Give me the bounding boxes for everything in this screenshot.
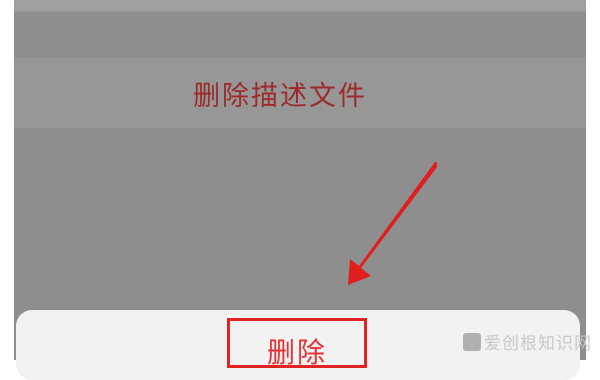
- watermark-text: 爱创根知识网: [484, 329, 592, 354]
- watermark: 爱创根知识网: [463, 329, 592, 354]
- watermark-logo-icon: [463, 333, 481, 351]
- delete-profile-option[interactable]: 删除描述文件: [14, 58, 586, 128]
- divider: [14, 10, 586, 12]
- dimmed-screen: 删除描述文件: [14, 0, 586, 360]
- top-list-row: [14, 0, 586, 10]
- delete-button[interactable]: 删除: [227, 318, 367, 368]
- delete-profile-label: 删除描述文件: [193, 74, 367, 113]
- delete-button-label: 删除: [267, 331, 327, 371]
